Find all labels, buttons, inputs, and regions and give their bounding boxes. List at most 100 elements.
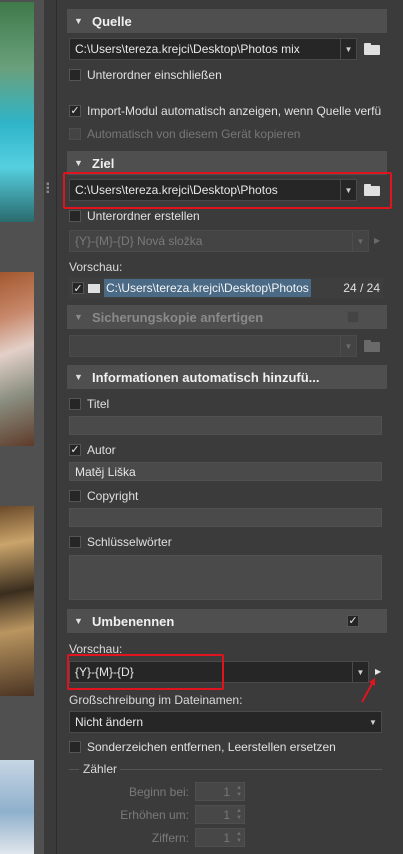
digits-label: Ziffern: (151, 831, 189, 845)
thumbnail-image[interactable] (0, 760, 34, 854)
checkbox-box[interactable] (69, 69, 81, 81)
preview-count: 24 / 24 (343, 281, 380, 295)
stepper-arrows-icon[interactable]: ▲ ▼ (234, 783, 244, 800)
checkbox-box[interactable]: ✓ (69, 105, 81, 117)
group-divider (69, 769, 79, 770)
destination-preview-label: Vorschau: (69, 260, 123, 274)
auto-show-import-checkbox[interactable]: ✓ Import-Modul automatisch anzeigen, wen… (69, 104, 381, 118)
auto-copy-checkbox[interactable]: Automatisch von diesem Gerät kopieren (69, 127, 300, 141)
checkbox-box[interactable]: ✓ (69, 444, 81, 456)
checkbox-box[interactable] (69, 210, 81, 222)
start-stepper[interactable]: 1 ▲ ▼ (195, 782, 245, 801)
grip-icon[interactable]: ▪ ▪ ▪ (46, 180, 54, 198)
title-checkbox[interactable]: Titel (69, 397, 109, 411)
checkbox-box[interactable]: ✓ (347, 615, 359, 627)
stepper-arrows-icon[interactable]: ▲ ▼ (234, 829, 244, 846)
folder-icon[interactable] (364, 340, 380, 352)
checkbox-box[interactable] (347, 311, 359, 323)
thumbnail-strip (0, 0, 44, 854)
case-dropdown[interactable]: Nicht ändern ▼ (69, 711, 382, 733)
collapse-icon: ▼ (74, 16, 83, 26)
subfolder-pattern-value: {Y}-{M}-{D} Nová složka (75, 234, 203, 248)
case-value: Nicht ändern (75, 715, 144, 729)
section-header-backup[interactable]: ▼ Sicherungskopie anfertigen (67, 305, 387, 329)
checkbox-box[interactable] (69, 128, 81, 140)
chevron-down-icon[interactable]: ▼ (340, 336, 356, 356)
start-label: Beginn bei: (128, 785, 189, 799)
checkbox-label: Titel (87, 397, 110, 411)
collapse-icon: ▼ (74, 372, 83, 382)
section-header-quelle[interactable]: ▼ Quelle (67, 9, 387, 33)
checkbox-label: Autor (87, 443, 116, 457)
section-title: Ziel (92, 155, 115, 171)
play-icon[interactable]: ▶ (375, 667, 381, 676)
source-path-dropdown[interactable]: C:\Users\tereza.krejci\Desktop\Photos mi… (69, 38, 357, 60)
destination-path-dropdown[interactable]: C:\Users\tereza.krejci\Desktop\Photos ▼ (69, 179, 357, 201)
checkbox-box[interactable] (69, 741, 81, 753)
collapse-icon: ▼ (74, 158, 83, 168)
rename-pattern-value: {Y}-{M}-{D} (75, 665, 134, 679)
checkbox-box[interactable]: ✓ (72, 282, 84, 295)
checkbox-label: Sonderzeichen entfernen, Leerstellen ers… (87, 740, 336, 754)
section-header-info[interactable]: ▼ Informationen automatisch hinzufü... (67, 365, 387, 389)
digits-value: 1 (223, 830, 230, 845)
rename-preview-label: Vorschau: (69, 642, 123, 656)
checkbox-label: Unterordner erstellen (87, 209, 200, 223)
subfolder-pattern-dropdown[interactable]: {Y}-{M}-{D} Nová složka ▼ (69, 230, 369, 252)
checkbox-box[interactable] (69, 490, 81, 502)
play-icon[interactable]: ▶ (374, 236, 380, 245)
digits-stepper[interactable]: 1 ▲ ▼ (195, 828, 245, 847)
destination-path-value: C:\Users\tereza.krejci\Desktop\Photos (75, 183, 278, 197)
rename-enable-checkbox[interactable]: ✓ (347, 615, 365, 627)
section-header-rename[interactable]: ▼ Umbenennen (67, 609, 387, 633)
checkbox-label: Schlüsselwörter (87, 535, 172, 549)
keywords-textarea[interactable] (69, 555, 382, 600)
folder-icon[interactable] (364, 184, 380, 196)
checkbox-box[interactable] (69, 398, 81, 410)
thumbnail-image[interactable] (0, 506, 34, 696)
counter-label: Zähler (83, 762, 118, 776)
step-label: Erhöhen um: (120, 808, 189, 822)
destination-preview-row[interactable]: ✓ C:\Users\tereza.krejci\Desktop\Photos … (69, 277, 383, 299)
start-value: 1 (223, 784, 230, 799)
thumbnail-image[interactable] (0, 2, 34, 222)
backup-enable-checkbox[interactable] (347, 311, 365, 323)
thumbnail-image[interactable] (0, 272, 34, 446)
folder-icon (88, 283, 100, 293)
rename-pattern-dropdown[interactable]: {Y}-{M}-{D} ▼ (69, 661, 369, 683)
chevron-down-icon[interactable]: ▼ (365, 712, 381, 732)
checkbox-box[interactable] (69, 536, 81, 548)
chevron-down-icon[interactable]: ▼ (340, 39, 356, 59)
keywords-checkbox[interactable]: Schlüsselwörter (69, 535, 172, 549)
checkbox-label: Automatisch von diesem Gerät kopieren (87, 127, 301, 141)
section-title: Sicherungskopie anfertigen (92, 309, 264, 325)
title-input[interactable] (69, 416, 382, 435)
author-input[interactable]: Matěj Liška (69, 462, 382, 481)
section-header-ziel[interactable]: ▼ Ziel (67, 151, 387, 175)
step-value: 1 (223, 807, 230, 822)
preview-path: C:\Users\tereza.krejci\Desktop\Photos (104, 279, 311, 297)
source-path-value: C:\Users\tereza.krejci\Desktop\Photos mi… (75, 42, 300, 56)
backup-path-dropdown[interactable]: ▼ (69, 335, 357, 357)
panel-splitter[interactable] (44, 0, 57, 854)
group-divider (120, 769, 382, 770)
folder-icon[interactable] (364, 43, 380, 55)
red-arrow-annotation (361, 678, 375, 703)
include-subfolders-checkbox[interactable]: Unterordner einschließen (69, 68, 222, 82)
collapse-icon: ▼ (74, 312, 83, 322)
checkbox-label: Copyright (87, 489, 139, 503)
author-checkbox[interactable]: ✓ Autor (69, 443, 116, 457)
section-title: Informationen automatisch hinzufü... (92, 369, 320, 385)
section-title: Quelle (92, 13, 132, 29)
create-subfolder-checkbox[interactable]: Unterordner erstellen (69, 209, 200, 223)
copyright-checkbox[interactable]: Copyright (69, 489, 138, 503)
chevron-down-icon[interactable]: ▼ (340, 180, 356, 200)
step-stepper[interactable]: 1 ▲ ▼ (195, 805, 245, 824)
collapse-icon: ▼ (74, 616, 83, 626)
chevron-down-icon[interactable]: ▼ (352, 231, 368, 251)
copyright-input[interactable] (69, 508, 382, 527)
section-title: Umbenennen (92, 613, 175, 629)
checkbox-label: Unterordner einschließen (87, 68, 222, 82)
stepper-arrows-icon[interactable]: ▲ ▼ (234, 806, 244, 823)
special-chars-checkbox[interactable]: Sonderzeichen entfernen, Leerstellen ers… (69, 740, 336, 754)
